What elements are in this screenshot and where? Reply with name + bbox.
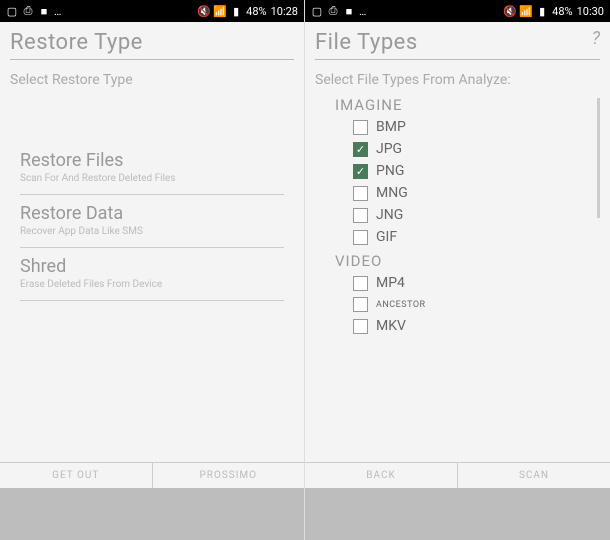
more-icon: … <box>54 5 61 18</box>
video-icon: ■ <box>343 5 355 17</box>
prossimo-button[interactable]: PROSSIMO <box>153 463 305 488</box>
checkbox[interactable] <box>353 297 368 312</box>
file-label: GIF <box>376 229 397 245</box>
video-icon: ■ <box>38 5 50 17</box>
option-desc: Scan For And Restore Deleted Files <box>20 173 284 184</box>
file-label: PNG <box>376 163 404 179</box>
time-text: 10:30 <box>577 5 604 18</box>
right-screen: ▢ ⎙ ■ … 🔇 📶 ▮ 48% 10:30 File Types ? Sel… <box>305 0 610 540</box>
file-label: ANCESTOR <box>376 300 426 310</box>
mute-icon: 🔇 <box>198 5 210 17</box>
footer: GET OUT PROSSIMO <box>0 462 304 488</box>
file-label: JPG <box>376 141 402 157</box>
option-desc: Recover App Data Like SMS <box>20 226 284 237</box>
status-bar: ▢ ⎙ ■ … 🔇 📶 ▮ 48% 10:30 <box>305 0 610 22</box>
scan-button[interactable]: SCAN <box>458 463 610 488</box>
bottom-bar <box>305 488 610 540</box>
get-out-button[interactable]: GET OUT <box>0 463 153 488</box>
file-label: MNG <box>376 185 408 201</box>
checkbox[interactable] <box>353 230 368 245</box>
signal-icon: ▮ <box>536 5 548 17</box>
mute-icon: 🔇 <box>504 5 516 17</box>
file-type-list: IMAGINE BMP ✓JPG ✓PNG MNG JNG GIF VIDEO … <box>315 96 600 337</box>
footer: BACK SCAN <box>305 462 610 488</box>
image-icon: ▢ <box>6 5 18 17</box>
option-list: Restore Files Scan For And Restore Delet… <box>10 142 294 301</box>
battery-text: 48% <box>552 5 572 18</box>
bottom-bar <box>0 488 304 540</box>
page-title: Restore Type <box>10 30 294 60</box>
checkbox[interactable] <box>353 208 368 223</box>
file-label: BMP <box>376 119 406 135</box>
time-text: 10:28 <box>271 5 298 18</box>
print-icon: ⎙ <box>327 5 339 17</box>
file-label: JNG <box>376 207 403 223</box>
option-title: Shred <box>20 256 284 277</box>
wifi-icon: 📶 <box>214 5 226 17</box>
file-item-mkv[interactable]: MKV <box>335 315 600 337</box>
more-icon: … <box>359 5 366 18</box>
option-restore-data[interactable]: Restore Data Recover App Data Like SMS <box>20 195 284 248</box>
wifi-icon: 📶 <box>520 5 532 17</box>
option-title: Restore Data <box>20 203 284 224</box>
status-bar: ▢ ⎙ ■ … 🔇 📶 ▮ 48% 10:28 <box>0 0 304 22</box>
scrollbar[interactable] <box>597 98 600 218</box>
option-title: Restore Files <box>20 150 284 171</box>
file-item-jng[interactable]: JNG <box>335 204 600 226</box>
checkbox[interactable]: ✓ <box>353 142 368 157</box>
file-label: MP4 <box>376 275 405 291</box>
file-item-gif[interactable]: GIF <box>335 226 600 248</box>
page-title: File Types <box>315 30 600 60</box>
battery-text: 48% <box>246 5 266 18</box>
option-desc: Erase Deleted Files From Device <box>20 279 284 290</box>
page-subtitle: Select Restore Type <box>0 64 304 92</box>
file-item-mng[interactable]: MNG <box>335 182 600 204</box>
help-icon[interactable]: ? <box>592 28 600 49</box>
group-video: VIDEO <box>335 252 600 270</box>
image-icon: ▢ <box>311 5 323 17</box>
file-item-ancestor[interactable]: ANCESTOR <box>335 294 600 315</box>
left-screen: ▢ ⎙ ■ … 🔇 📶 ▮ 48% 10:28 Restore Type Sel… <box>0 0 305 540</box>
header: File Types <box>305 22 610 64</box>
checkbox[interactable] <box>353 186 368 201</box>
page-subtitle: Select File Types From Analyze: <box>305 64 610 92</box>
file-item-jpg[interactable]: ✓ JPG <box>335 138 600 160</box>
back-button[interactable]: BACK <box>305 463 458 488</box>
file-item-png[interactable]: ✓ PNG <box>335 160 600 182</box>
checkbox[interactable] <box>353 120 368 135</box>
checkbox[interactable] <box>353 319 368 334</box>
print-icon: ⎙ <box>22 5 34 17</box>
option-shred[interactable]: Shred Erase Deleted Files From Device <box>20 248 284 301</box>
file-item-mp4[interactable]: MP4 <box>335 272 600 294</box>
header: Restore Type <box>0 22 304 64</box>
checkbox[interactable]: ✓ <box>353 164 368 179</box>
file-label: MKV <box>376 318 406 334</box>
option-restore-files[interactable]: Restore Files Scan For And Restore Delet… <box>20 142 284 195</box>
file-item-bmp[interactable]: BMP <box>335 116 600 138</box>
signal-icon: ▮ <box>230 5 242 17</box>
group-imagine: IMAGINE <box>335 96 600 114</box>
checkbox[interactable] <box>353 276 368 291</box>
